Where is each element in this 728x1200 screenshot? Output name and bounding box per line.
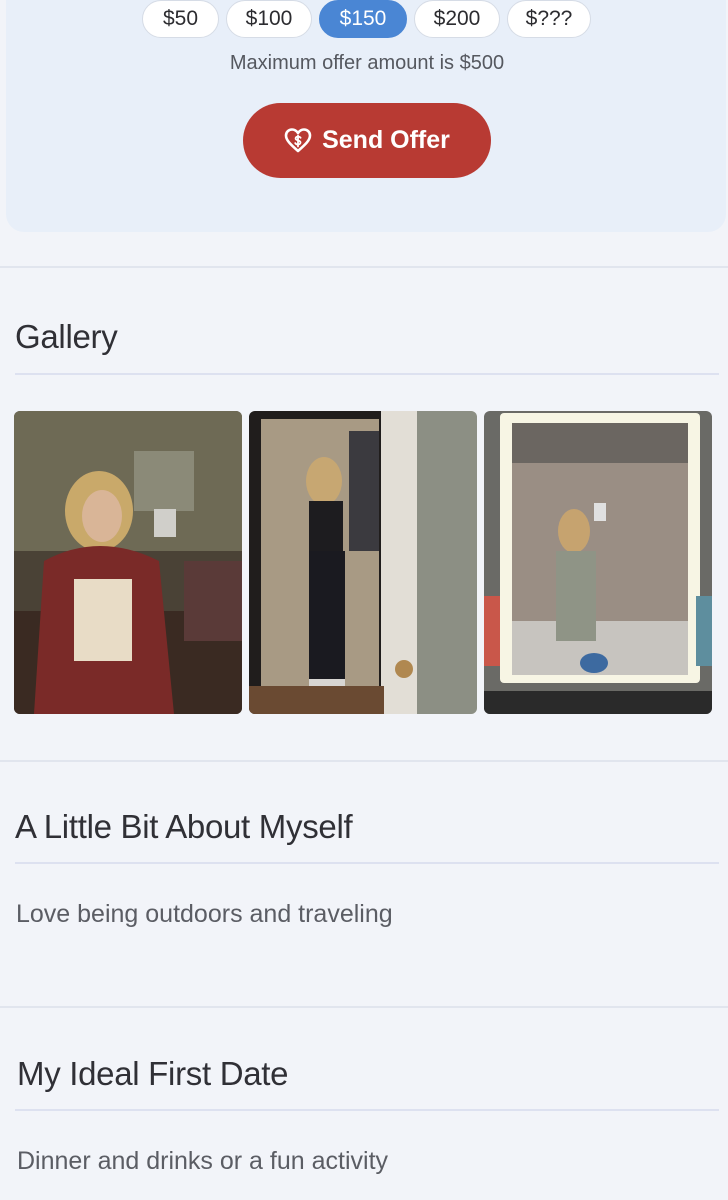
amount-option-100[interactable]: $100 — [226, 0, 312, 38]
amount-option-200[interactable]: $200 — [414, 0, 500, 38]
about-title-rule — [15, 862, 719, 864]
heart-dollar-icon — [284, 127, 312, 155]
gallery-title: Gallery — [15, 318, 118, 355]
first-date-title: My Ideal First Date — [17, 1055, 289, 1092]
max-offer-note: Maximum offer amount is $500 — [229, 52, 505, 74]
section-divider — [0, 1006, 728, 1008]
profile-page: $50 $100 $150 $200 $??? Maximum offer am… — [0, 0, 728, 1200]
send-offer-button[interactable]: Send Offer — [243, 103, 491, 178]
offer-amount-options: $50 $100 $150 $200 $??? — [142, 0, 591, 40]
about-title: A Little Bit About Myself — [15, 808, 353, 845]
gallery-photo-2[interactable] — [249, 411, 477, 714]
section-divider — [0, 760, 728, 762]
amount-option-150[interactable]: $150 — [319, 0, 407, 38]
first-date-title-rule — [15, 1109, 719, 1111]
send-offer-label: Send Offer — [322, 126, 450, 154]
amount-option-50[interactable]: $50 — [142, 0, 219, 38]
amount-option-custom[interactable]: $??? — [507, 0, 591, 38]
first-date-text: Dinner and drinks or a fun activity — [17, 1147, 389, 1175]
gallery-photo-1[interactable] — [14, 411, 242, 714]
gallery-photo-3[interactable] — [484, 411, 712, 714]
about-text: Love being outdoors and traveling — [16, 900, 393, 928]
gallery-title-rule — [15, 373, 719, 375]
section-divider — [0, 266, 728, 268]
